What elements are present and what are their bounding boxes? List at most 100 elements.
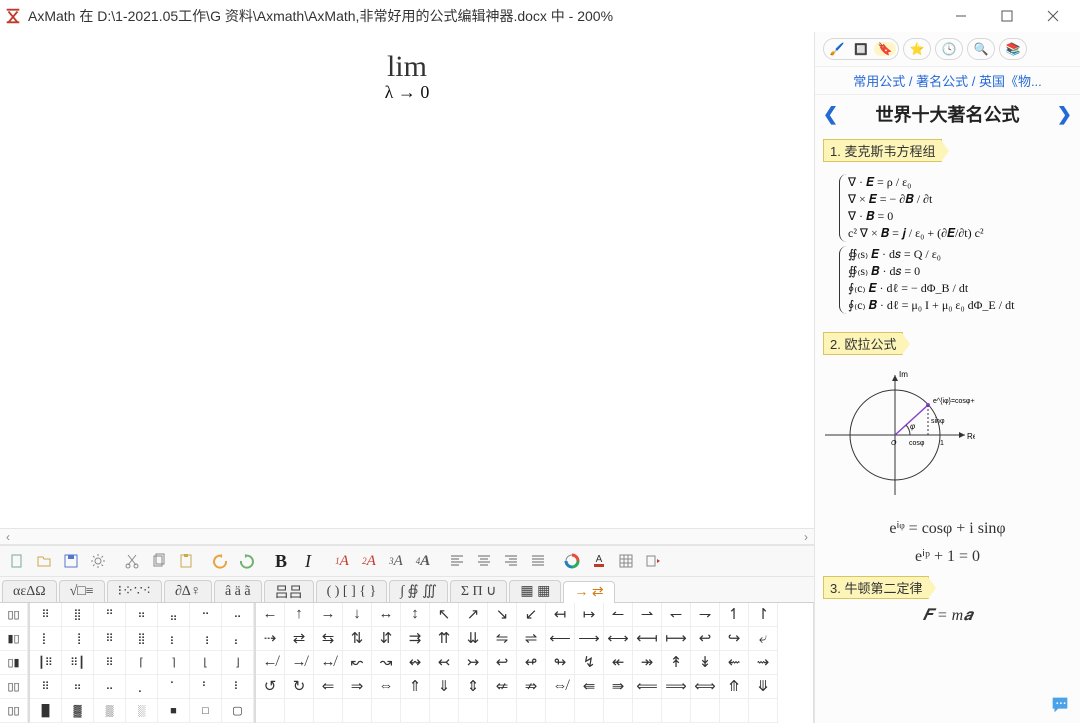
arrow-cell[interactable]: ⇁	[691, 603, 720, 627]
italic-button[interactable]: I	[295, 549, 321, 573]
arrow-cell[interactable]: ↛	[285, 651, 314, 675]
arrow-cell[interactable]: ⇛	[604, 675, 633, 699]
scroll-left-icon[interactable]: ‹	[0, 529, 16, 545]
arrow-cell[interactable]: ⇑	[401, 675, 430, 699]
matrix-style-cell[interactable]: ▯▯	[0, 603, 28, 627]
arrow-cell[interactable]: ↡	[691, 651, 720, 675]
matrix-cell[interactable]: ▓	[62, 699, 94, 723]
scroll-right-icon[interactable]: ›	[798, 529, 814, 545]
arrow-cell[interactable]: ⇝	[749, 651, 778, 675]
arrow-cell[interactable]: ↠	[633, 651, 662, 675]
align-justify-button[interactable]	[525, 549, 551, 573]
arrow-cell[interactable]: ⤊	[720, 675, 749, 699]
arrow-cell[interactable]: ↙	[517, 603, 546, 627]
arrow-cell[interactable]: ⟵	[546, 627, 575, 651]
arrow-cell[interactable]: ↕	[401, 603, 430, 627]
arrow-cell[interactable]: ↭	[401, 651, 430, 675]
matrix-cell[interactable]: ⣿	[126, 627, 158, 651]
horizontal-scrollbar[interactable]: ‹ ›	[0, 529, 814, 545]
arrow-cell[interactable]: ⇚	[575, 675, 604, 699]
redo-button[interactable]	[234, 549, 260, 573]
formula-library[interactable]: 1. 麦克斯韦方程组 ∇ · 𝑬 = ρ / ε₀ ∇ × 𝑬 = − ∂𝑩 /…	[815, 133, 1080, 723]
matrix-cell[interactable]: ⌈	[126, 651, 158, 675]
arrow-cell[interactable]: ⇄	[285, 627, 314, 651]
arrow-cell[interactable]: ⇍	[488, 675, 517, 699]
cut-button[interactable]	[119, 549, 145, 573]
arrow-cell[interactable]: ⟹	[662, 675, 691, 699]
matrix-cell[interactable]: ⌋	[222, 651, 254, 675]
tab-matrix[interactable]: ▦ ▦	[509, 580, 561, 602]
paste-button[interactable]	[173, 549, 199, 573]
tab-integral[interactable]: ∫ ∯ ∭	[389, 580, 448, 602]
tab-frac[interactable]: 吕吕	[264, 580, 314, 602]
save-button[interactable]	[58, 549, 84, 573]
euler-eq1[interactable]: eⁱᵠ = cosφ + i sinφ	[815, 514, 1080, 542]
arrow-cell[interactable]: ↝	[372, 651, 401, 675]
arrow-cell[interactable]: ⇋	[488, 627, 517, 651]
font-style-4[interactable]: 4A	[410, 549, 436, 573]
font-style-3[interactable]: 3A	[383, 549, 409, 573]
insert-button[interactable]	[640, 549, 666, 573]
prev-page-button[interactable]: ❮	[823, 104, 838, 125]
arrow-cell[interactable]: ⇀	[633, 603, 662, 627]
editor-canvas[interactable]: lim λ → 0	[0, 32, 814, 529]
font-style-2[interactable]: 2A	[356, 549, 382, 573]
rtab-search-icon[interactable]: 🔍	[967, 38, 995, 60]
copy-button[interactable]	[146, 549, 172, 573]
align-left-button[interactable]	[444, 549, 470, 573]
matrix-cell[interactable]: ⠶	[62, 675, 94, 699]
matrix-cell[interactable]: ▢	[222, 699, 254, 723]
rtab-tag-icon[interactable]: 🔖	[874, 42, 896, 56]
matrix-cell[interactable]: ⠁	[158, 675, 190, 699]
section-newton[interactable]: 3. 牛顿第二定律	[823, 576, 929, 599]
arrow-cell[interactable]: ↽	[662, 603, 691, 627]
close-button[interactable]	[1030, 1, 1076, 31]
tab-sum[interactable]: Σ Π ∪	[450, 580, 508, 602]
arrow-cell[interactable]: ↘	[488, 603, 517, 627]
matrix-cell[interactable]: ⠿┃	[62, 651, 94, 675]
arrow-cell[interactable]: ⇜	[720, 651, 749, 675]
arrow-cell[interactable]: ↚	[256, 651, 285, 675]
rtab-clock-icon[interactable]: 🕓	[935, 38, 963, 60]
arrow-cell[interactable]: ⤋	[749, 675, 778, 699]
matrix-cell[interactable]: ░	[126, 699, 158, 723]
arrow-cell[interactable]: ↜	[343, 651, 372, 675]
matrix-cell[interactable]: ■	[158, 699, 190, 723]
arrow-cell[interactable]: ↟	[662, 651, 691, 675]
bold-button[interactable]: B	[268, 549, 294, 573]
rtab-star-icon[interactable]: ⭐	[903, 38, 931, 60]
arrow-cell[interactable]: ←	[256, 603, 285, 627]
maximize-button[interactable]	[984, 1, 1030, 31]
arrow-cell[interactable]: ↑	[285, 603, 314, 627]
matrix-cell[interactable]: ⡆	[158, 627, 190, 651]
arrow-cell[interactable]: ⇕	[459, 675, 488, 699]
arrow-cell[interactable]: ⟶	[575, 627, 604, 651]
arrow-cell[interactable]: ↗	[459, 603, 488, 627]
arrow-cell[interactable]: ↦	[575, 603, 604, 627]
arrow-cell[interactable]: ↢	[430, 651, 459, 675]
arrow-cell[interactable]: ↯	[575, 651, 604, 675]
rtab-grid-icon[interactable]: 🔲	[850, 43, 872, 56]
arrow-cell[interactable]: ↼	[604, 603, 633, 627]
arrow-cell[interactable]: ⇓	[430, 675, 459, 699]
arrow-cell[interactable]: ↻	[285, 675, 314, 699]
matrix-cell[interactable]: ⡀	[126, 675, 158, 699]
arrow-cell[interactable]: ⟻	[633, 627, 662, 651]
arrow-cell[interactable]: ⟼	[662, 627, 691, 651]
arrow-cell[interactable]: ⇏	[517, 675, 546, 699]
arrow-cell[interactable]: ⇵	[372, 627, 401, 651]
matrix-cell[interactable]: ⠛	[94, 603, 126, 627]
align-right-button[interactable]	[498, 549, 524, 573]
arrow-cell[interactable]: ↓	[343, 603, 372, 627]
arrow-cell[interactable]: ⇆	[314, 627, 343, 651]
matrix-cell[interactable]: ⠤	[94, 675, 126, 699]
arrow-cell[interactable]: ⟺	[691, 675, 720, 699]
arrow-cell[interactable]: ⇌	[517, 627, 546, 651]
matrix-cell[interactable]: ⡄	[222, 627, 254, 651]
arrow-cell[interactable]: ⟸	[633, 675, 662, 699]
matrix-cell[interactable]: ⠤	[222, 603, 254, 627]
matrix-cell[interactable]: ⢸	[62, 627, 94, 651]
matrix-cell[interactable]: ⣿	[62, 603, 94, 627]
arrow-cell[interactable]: ↪	[720, 627, 749, 651]
matrix-style-cell[interactable]: ▮▯	[0, 627, 28, 651]
